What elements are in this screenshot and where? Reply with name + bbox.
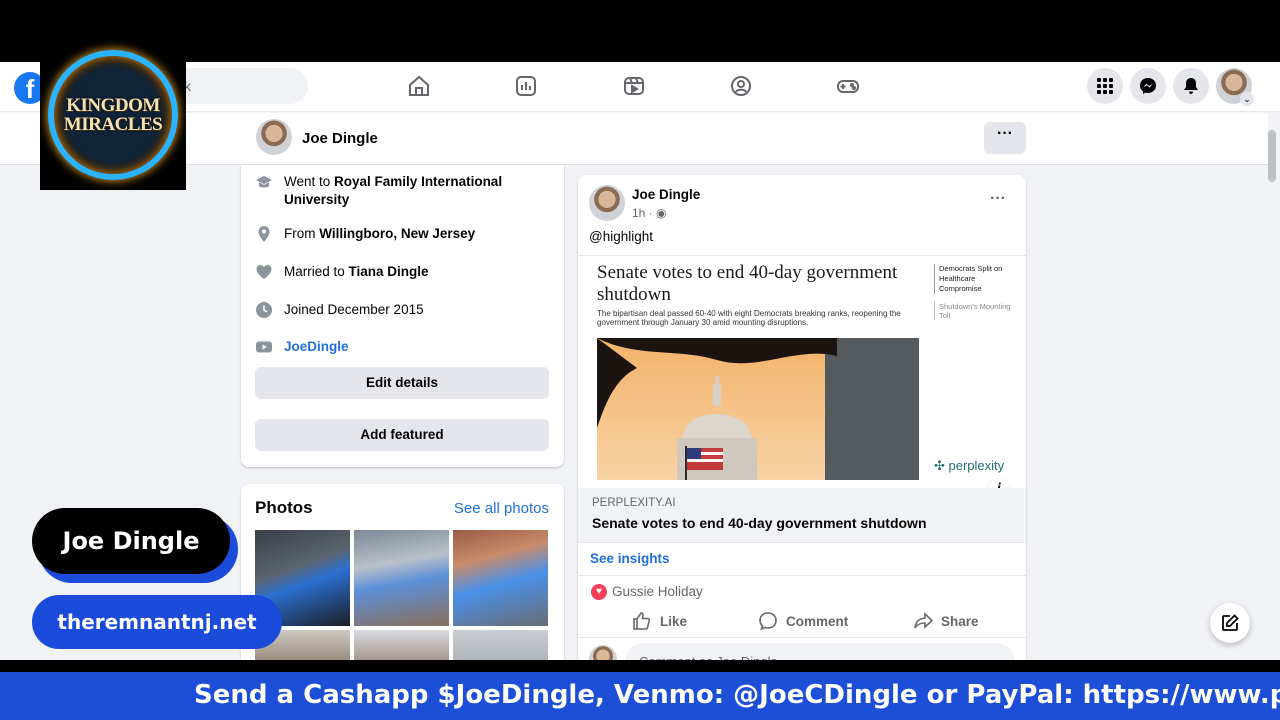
photo-thumbnail[interactable] bbox=[453, 530, 548, 626]
joined-text: Joined December 2015 bbox=[284, 302, 424, 317]
intro-hometown: From Willingboro, New Jersey bbox=[255, 225, 475, 243]
donation-ticker: Send a Cashapp $JoeDingle, Venmo: @JoeCD… bbox=[0, 672, 1280, 720]
like-label: Like bbox=[660, 613, 688, 629]
post-time-text[interactable]: 1h · bbox=[632, 206, 656, 220]
globe-icon: ◉ bbox=[656, 206, 667, 220]
post-author[interactable]: Joe Dingle bbox=[632, 187, 700, 202]
gaming-icon[interactable] bbox=[836, 74, 860, 98]
home-icon[interactable] bbox=[407, 74, 431, 98]
share-label: Share bbox=[941, 613, 979, 629]
married-prefix: Married to bbox=[284, 264, 349, 279]
location-pin-icon bbox=[255, 225, 273, 243]
photos-title: Photos bbox=[255, 498, 313, 517]
link-preview-image[interactable]: Senate votes to end 40-day government sh… bbox=[578, 255, 1026, 500]
from-prefix: From bbox=[284, 226, 320, 241]
education-prefix: Went to bbox=[284, 174, 335, 189]
thumbs-up-icon bbox=[633, 612, 651, 630]
streamer-name-badge: Joe Dingle bbox=[32, 508, 230, 574]
love-reaction-icon[interactable]: ♥ bbox=[591, 584, 607, 600]
perplexity-brand: perplexity bbox=[948, 458, 1005, 473]
pages-icon[interactable] bbox=[514, 74, 538, 98]
comment-input[interactable]: Comment as Joe Dingle bbox=[625, 643, 1015, 660]
youtube-link[interactable]: JoeDingle bbox=[284, 338, 349, 356]
see-insights-link[interactable]: See insights bbox=[590, 551, 670, 566]
clock-icon bbox=[255, 301, 273, 319]
divider bbox=[578, 575, 1026, 576]
see-all-photos-link[interactable]: See all photos bbox=[454, 500, 549, 517]
post-text: @highlight bbox=[589, 229, 653, 244]
from-value[interactable]: Willingboro, New Jersey bbox=[319, 226, 475, 241]
logo-line-1: KINGDOM bbox=[66, 95, 160, 116]
image-side-story: Democrats Split on Healthcare Compromise bbox=[934, 264, 1018, 294]
graduation-cap-icon bbox=[255, 173, 273, 191]
post-more-button[interactable]: ··· bbox=[990, 190, 1006, 208]
post-timestamp[interactable]: 1h · ◉ bbox=[632, 206, 667, 220]
intro-relationship: Married to Tiana Dingle bbox=[255, 263, 429, 281]
image-subline: The bipartisan deal passed 60-40 with ei… bbox=[597, 309, 901, 327]
link-preview-meta[interactable]: PERPLEXITY.AI Senate votes to end 40-day… bbox=[578, 488, 1026, 542]
photo-thumbnail[interactable] bbox=[453, 630, 548, 660]
like-button[interactable]: Like bbox=[632, 611, 687, 631]
groups-icon[interactable] bbox=[729, 74, 753, 98]
married-value[interactable]: Tiana Dingle bbox=[349, 264, 429, 279]
avatar[interactable] bbox=[589, 185, 625, 221]
photos-card: Photos See all photos bbox=[241, 484, 564, 660]
post-card: Joe Dingle 1h · ◉ ··· @highlight Senate … bbox=[578, 175, 1026, 660]
profile-name[interactable]: Joe Dingle bbox=[302, 130, 378, 147]
photo-thumbnail[interactable] bbox=[354, 630, 449, 660]
edit-icon bbox=[1222, 614, 1239, 631]
comment-icon bbox=[759, 612, 777, 631]
menu-grid-icon[interactable] bbox=[1087, 68, 1123, 104]
video-icon[interactable] bbox=[622, 74, 646, 98]
capitol-photo bbox=[597, 338, 919, 480]
logo-line-2: MIRACLES bbox=[63, 114, 163, 135]
link-domain: PERPLEXITY.AI bbox=[592, 497, 676, 509]
logo-text: KINGDOM MIRACLES bbox=[40, 96, 186, 134]
share-button[interactable]: Share bbox=[913, 611, 979, 631]
heart-icon bbox=[255, 263, 273, 281]
comment-label: Comment bbox=[786, 613, 849, 629]
kingdom-miracles-logo: KINGDOM MIRACLES bbox=[40, 40, 186, 190]
reaction-names[interactable]: Gussie Holiday bbox=[612, 584, 703, 599]
divider bbox=[578, 542, 1026, 543]
top-navigation-bar: f k ⌄ bbox=[0, 62, 1280, 112]
ticker-text: Send a Cashapp $JoeDingle, Venmo: @JoeCD… bbox=[194, 680, 1280, 710]
image-side-story: Shutdown's Mounting Toll bbox=[934, 302, 1018, 320]
avatar[interactable] bbox=[256, 119, 292, 155]
new-message-button[interactable] bbox=[1210, 603, 1250, 643]
chevron-down-icon[interactable]: ⌄ bbox=[1240, 92, 1254, 106]
add-featured-button[interactable]: Add featured bbox=[255, 419, 549, 451]
divider bbox=[578, 637, 1026, 638]
messenger-icon[interactable] bbox=[1130, 68, 1166, 104]
comment-composer: Comment as Joe Dingle bbox=[589, 643, 1015, 660]
youtube-icon bbox=[255, 338, 273, 356]
share-icon bbox=[914, 612, 933, 629]
website-badge: theremnantnj.net bbox=[32, 595, 282, 649]
intro-joined: Joined December 2015 bbox=[255, 301, 424, 319]
profile-sticky-header: Joe Dingle ··· bbox=[0, 113, 1268, 165]
image-headline: Senate votes to end 40-day government sh… bbox=[597, 262, 898, 305]
intro-card: Went to Royal Family International Unive… bbox=[241, 165, 564, 467]
profile-more-button[interactable]: ··· bbox=[984, 122, 1026, 154]
photo-thumbnail[interactable] bbox=[354, 530, 449, 626]
intro-education: Went to Royal Family International Unive… bbox=[255, 173, 545, 209]
comment-button[interactable]: Comment bbox=[758, 611, 848, 631]
notifications-icon[interactable] bbox=[1173, 68, 1209, 104]
edit-details-button[interactable]: Edit details bbox=[255, 367, 549, 399]
link-title[interactable]: Senate votes to end 40-day government sh… bbox=[592, 515, 927, 531]
page-scrollbar[interactable] bbox=[1268, 130, 1276, 182]
avatar[interactable] bbox=[589, 645, 617, 660]
intro-youtube: JoeDingle bbox=[255, 338, 349, 356]
perplexity-logo: ✣ perplexity bbox=[934, 458, 1005, 473]
